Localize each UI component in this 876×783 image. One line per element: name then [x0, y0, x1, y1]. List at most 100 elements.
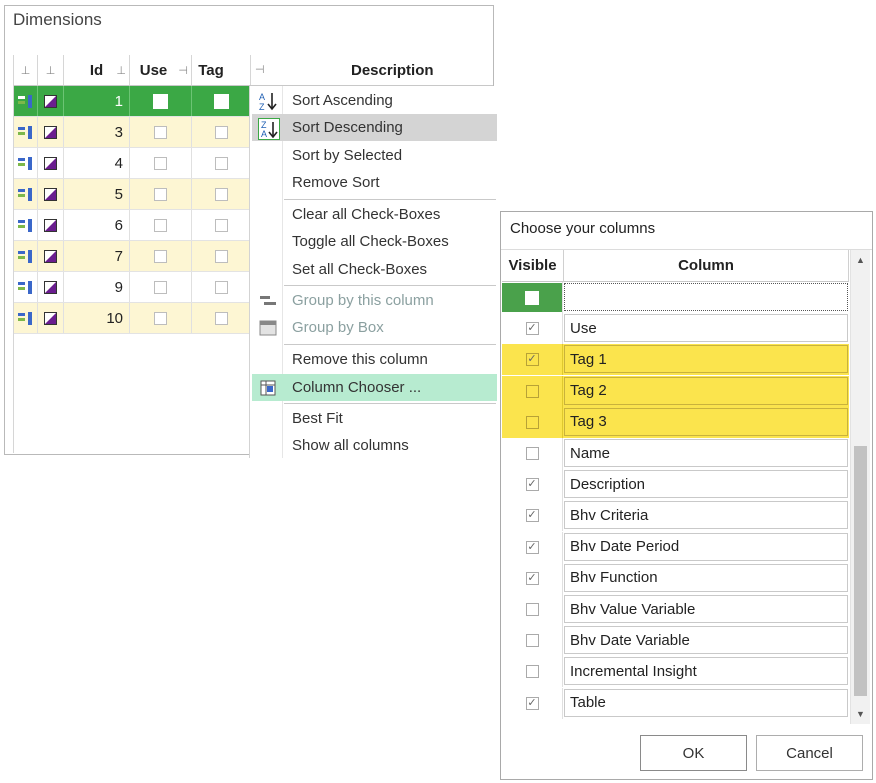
visible-checkbox[interactable]: ✓	[525, 322, 539, 336]
visible-checkbox[interactable]	[525, 415, 539, 429]
column-name-cell[interactable]: Use	[564, 314, 848, 343]
tag-cell[interactable]	[192, 117, 250, 147]
row-cell[interactable]	[38, 210, 64, 240]
menu-item-sort-by-selected[interactable]: Sort by Selected	[252, 142, 497, 169]
visible-checkbox[interactable]	[525, 290, 539, 305]
column-row[interactable]: Name	[502, 438, 849, 469]
visible-checkbox[interactable]: ✓	[525, 540, 539, 554]
column-header-tag[interactable]: Tag	[192, 55, 250, 86]
vertical-scrollbar[interactable]: ▲ ▼	[850, 250, 870, 724]
id-cell[interactable]: 10	[64, 303, 130, 333]
pin-icon[interactable]: ⊣	[255, 63, 265, 76]
pin-icon[interactable]: ⊥	[46, 64, 56, 77]
column-row[interactable]: ✓ Use	[502, 313, 849, 345]
use-checkbox[interactable]	[154, 187, 167, 201]
row-cell[interactable]	[38, 272, 64, 302]
use-cell[interactable]	[130, 148, 192, 178]
visible-cell[interactable]: ✓	[502, 313, 563, 345]
use-cell[interactable]	[130, 303, 192, 333]
row-cell[interactable]	[38, 148, 64, 178]
column-row[interactable]: Tag 3	[502, 406, 849, 438]
visible-cell[interactable]: ✓	[502, 500, 563, 532]
column-name-cell[interactable]	[564, 283, 848, 311]
column-header-use[interactable]: Use ⊣	[130, 55, 192, 86]
table-row[interactable]: 6	[14, 210, 250, 241]
id-cell[interactable]: 5	[64, 179, 130, 209]
visible-cell[interactable]: ✓	[502, 344, 563, 376]
column-header-description[interactable]: ⊣ Description	[249, 55, 493, 86]
visible-cell[interactable]	[502, 282, 563, 313]
visible-cell[interactable]	[502, 594, 563, 625]
id-cell[interactable]: 7	[64, 241, 130, 271]
row-cell[interactable]	[38, 86, 64, 116]
tag-cell[interactable]	[192, 210, 250, 240]
menu-item-group-by-column[interactable]: Group by this column	[252, 287, 497, 314]
visible-cell[interactable]	[502, 406, 563, 438]
tag-checkbox[interactable]	[214, 249, 228, 263]
menu-item-sort-ascending[interactable]: AZ Sort Ascending	[252, 87, 497, 114]
menu-item-set-all-checkboxes[interactable]: Set all Check-Boxes	[252, 256, 497, 283]
column-name-cell[interactable]: Description	[564, 470, 848, 499]
tag-checkbox[interactable]	[214, 311, 228, 325]
use-cell[interactable]	[130, 179, 192, 209]
menu-item-sort-descending[interactable]: ZA Sort Descending	[252, 114, 497, 141]
row-cell[interactable]	[14, 303, 38, 333]
use-cell[interactable]	[130, 272, 192, 302]
table-row[interactable]: 4	[14, 148, 250, 179]
use-checkbox[interactable]	[153, 93, 168, 109]
scroll-up-icon[interactable]: ▲	[851, 250, 870, 270]
id-cell[interactable]: 3	[64, 117, 130, 147]
row-cell[interactable]	[14, 272, 38, 302]
column-row[interactable]	[502, 282, 849, 313]
visible-cell[interactable]	[502, 656, 563, 688]
column-row[interactable]: ✓ Description	[502, 469, 849, 501]
visible-checkbox[interactable]	[525, 447, 539, 460]
menu-item-remove-column[interactable]: Remove this column	[252, 346, 497, 373]
row-cell[interactable]	[38, 303, 64, 333]
column-name-cell[interactable]: Incremental Insight	[564, 657, 848, 686]
pin-icon[interactable]: ⊥	[21, 64, 31, 77]
visible-cell[interactable]: ✓	[502, 687, 563, 719]
visible-checkbox[interactable]	[525, 634, 539, 648]
tag-cell[interactable]	[192, 179, 250, 209]
tag-checkbox[interactable]	[213, 93, 229, 109]
table-row[interactable]: 1	[14, 86, 250, 117]
tag-checkbox[interactable]	[214, 218, 228, 232]
tag-cell[interactable]	[192, 303, 250, 333]
scroll-down-icon[interactable]: ▼	[851, 704, 870, 724]
use-checkbox[interactable]	[154, 156, 167, 170]
visible-column-header[interactable]: Visible	[502, 250, 564, 282]
visible-cell[interactable]	[502, 625, 563, 657]
column-row[interactable]: Tag 2	[502, 375, 849, 407]
menu-item-clear-all-checkboxes[interactable]: Clear all Check-Boxes	[252, 201, 497, 228]
column-row[interactable]: Bhv Value Variable	[502, 594, 849, 625]
type-icon-header[interactable]: ⊥	[38, 55, 64, 86]
tag-cell[interactable]	[192, 241, 250, 271]
use-cell[interactable]	[130, 86, 192, 116]
column-header-id[interactable]: Id ⊥	[64, 55, 130, 86]
use-checkbox[interactable]	[154, 249, 167, 263]
visible-checkbox[interactable]: ✓	[525, 571, 539, 585]
tag-checkbox[interactable]	[214, 125, 228, 139]
use-checkbox[interactable]	[154, 280, 167, 294]
column-row[interactable]: ✓ Table	[502, 687, 849, 719]
visible-cell[interactable]	[502, 438, 563, 469]
column-name-cell[interactable]: Bhv Date Variable	[564, 626, 848, 655]
column-row[interactable]: ✓ Bhv Function	[502, 562, 849, 594]
column-row[interactable]: Incremental Insight	[502, 656, 849, 688]
column-name-cell[interactable]: Bhv Function	[564, 563, 848, 592]
tag-checkbox[interactable]	[214, 280, 228, 294]
use-checkbox[interactable]	[154, 218, 167, 232]
column-name-cell[interactable]: Table	[564, 688, 848, 717]
visible-cell[interactable]: ✓	[502, 469, 563, 501]
column-name-cell[interactable]: Bhv Value Variable	[564, 595, 848, 623]
menu-item-column-chooser[interactable]: Column Chooser ...	[252, 374, 497, 401]
visible-checkbox[interactable]: ✓	[525, 696, 539, 710]
column-name-cell[interactable]: Name	[564, 439, 848, 467]
tag-cell[interactable]	[192, 148, 250, 178]
tag-checkbox[interactable]	[214, 156, 228, 170]
row-cell[interactable]	[38, 117, 64, 147]
pin-icon[interactable]: ⊥	[116, 64, 126, 77]
use-cell[interactable]	[130, 117, 192, 147]
visible-cell[interactable]	[502, 375, 563, 407]
